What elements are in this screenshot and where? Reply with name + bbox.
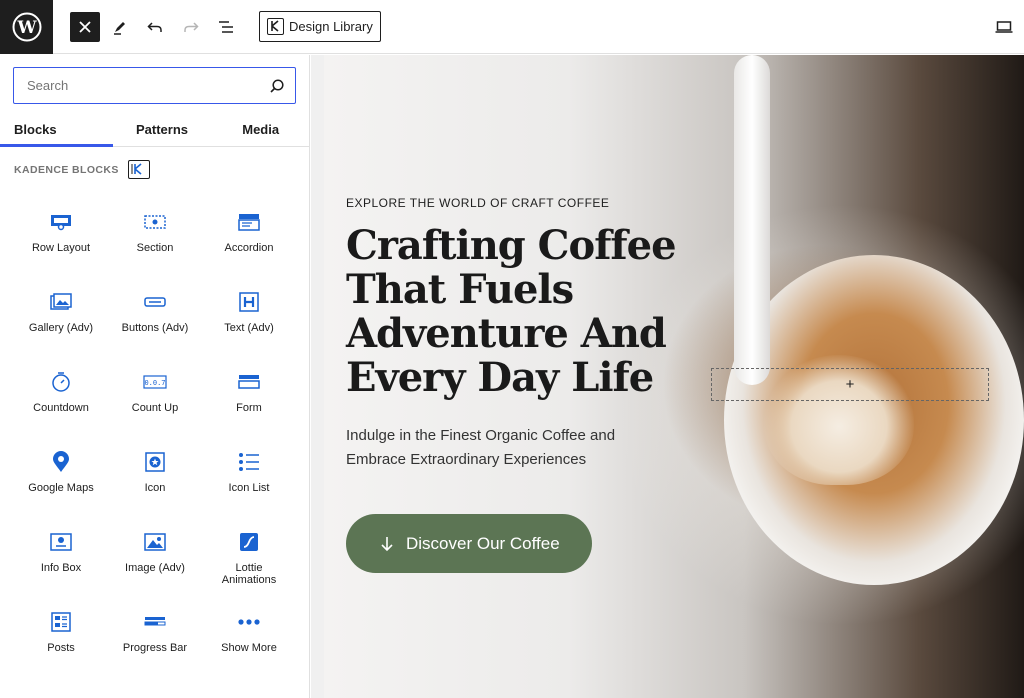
block-section[interactable]: Section bbox=[108, 200, 202, 280]
undo-icon bbox=[147, 22, 162, 32]
block-label: Google Maps bbox=[28, 482, 94, 494]
block-posts[interactable]: Posts bbox=[14, 600, 108, 680]
block-info-box[interactable]: Info Box bbox=[14, 520, 108, 600]
block-label: Count Up bbox=[131, 402, 179, 414]
svg-text:0.0.7: 0.0.7 bbox=[144, 379, 165, 387]
buttons-icon bbox=[143, 290, 167, 314]
arrow-down-icon bbox=[381, 536, 393, 551]
category-header: KADENCE BLOCKS bbox=[14, 160, 150, 179]
count-up-icon: 0.0.7 bbox=[143, 370, 167, 394]
row-layout-icon bbox=[49, 210, 73, 234]
section-icon bbox=[143, 210, 167, 234]
add-block-icon: + bbox=[845, 376, 855, 393]
document-overview-button[interactable] bbox=[212, 13, 240, 41]
info-box-icon bbox=[49, 530, 73, 554]
block-google-maps[interactable]: Google Maps bbox=[14, 440, 108, 520]
close-inserter-button[interactable] bbox=[70, 12, 100, 42]
block-icon[interactable]: Icon bbox=[108, 440, 202, 520]
block-label: Icon bbox=[144, 482, 166, 494]
block-progress-bar[interactable]: Progress Bar bbox=[108, 600, 202, 680]
kadence-logo-icon bbox=[267, 18, 284, 35]
search-input[interactable] bbox=[14, 68, 259, 103]
block-buttons[interactable]: Buttons (Adv) bbox=[108, 280, 202, 360]
category-title: KADENCE BLOCKS bbox=[14, 163, 119, 176]
block-image-adv[interactable]: Image (Adv) bbox=[108, 520, 202, 600]
block-label: Buttons (Adv) bbox=[121, 322, 189, 334]
device-preview-button[interactable] bbox=[990, 13, 1018, 41]
block-label: Image (Adv) bbox=[125, 562, 185, 574]
block-label: Info Box bbox=[40, 562, 82, 574]
editor-toolbar: W Design Library bbox=[0, 0, 1024, 54]
block-label: Show More bbox=[221, 642, 277, 654]
discover-coffee-button[interactable]: Discover Our Coffee bbox=[346, 514, 592, 573]
list-view-icon bbox=[219, 21, 233, 33]
tab-patterns[interactable]: Patterns bbox=[113, 113, 212, 146]
block-label: Text (Adv) bbox=[224, 322, 274, 334]
countdown-icon bbox=[49, 370, 73, 394]
block-show-more[interactable]: Show More bbox=[202, 600, 296, 680]
edit-tools-button[interactable] bbox=[106, 13, 134, 41]
design-library-label: Design Library bbox=[289, 19, 373, 34]
wordpress-logo-icon[interactable]: W bbox=[0, 0, 53, 54]
tab-blocks[interactable]: Blocks bbox=[0, 113, 113, 147]
block-count-up[interactable]: 0.0.7 Count Up bbox=[108, 360, 202, 440]
pencil-icon bbox=[114, 22, 125, 35]
inserter-tabs: Blocks Patterns Media bbox=[0, 113, 310, 147]
block-inserter-panel: Blocks Patterns Media KADENCE BLOCKS Row… bbox=[0, 55, 310, 698]
blocks-grid: Row Layout Section Accordion Gallery (Ad… bbox=[14, 200, 295, 680]
block-form[interactable]: Form bbox=[202, 360, 296, 440]
close-icon bbox=[79, 21, 91, 33]
block-countdown[interactable]: Countdown bbox=[14, 360, 108, 440]
block-appender-placeholder[interactable]: + bbox=[711, 368, 989, 401]
block-label: Accordion bbox=[224, 242, 274, 254]
icon-block-icon bbox=[143, 450, 167, 474]
block-label: Section bbox=[136, 242, 174, 254]
text-heading-icon bbox=[237, 290, 261, 314]
block-gallery[interactable]: Gallery (Adv) bbox=[14, 280, 108, 360]
search-box bbox=[13, 67, 296, 104]
redo-icon bbox=[184, 22, 199, 32]
design-library-button[interactable]: Design Library bbox=[259, 11, 381, 42]
undo-button[interactable] bbox=[141, 13, 169, 41]
hero-headline[interactable]: Crafting Coffee That Fuels Adventure And… bbox=[346, 224, 746, 400]
block-icon-list[interactable]: Icon List bbox=[202, 440, 296, 520]
icon-list-icon bbox=[237, 450, 261, 474]
block-lottie-animations[interactable]: Lottie Animations bbox=[202, 520, 296, 600]
block-label: Posts bbox=[47, 642, 75, 654]
block-row-layout[interactable]: Row Layout bbox=[14, 200, 108, 280]
editor-canvas: EXPLORE THE WORLD OF CRAFT COFFEE Crafti… bbox=[311, 55, 1024, 698]
gallery-icon bbox=[49, 290, 73, 314]
block-label: Lottie Animations bbox=[221, 562, 277, 586]
block-label: Countdown bbox=[33, 402, 89, 414]
redo-button[interactable] bbox=[177, 13, 205, 41]
block-label: Icon List bbox=[228, 482, 270, 494]
block-label: Form bbox=[236, 402, 262, 414]
accordion-icon bbox=[237, 210, 261, 234]
tab-media[interactable]: Media bbox=[211, 113, 310, 146]
hero-content: EXPLORE THE WORLD OF CRAFT COFFEE Crafti… bbox=[346, 196, 746, 573]
image-icon bbox=[143, 530, 167, 554]
hero-section[interactable]: EXPLORE THE WORLD OF CRAFT COFFEE Crafti… bbox=[324, 55, 1024, 698]
hero-subheading[interactable]: Indulge in the Finest Organic Coffee and… bbox=[346, 424, 656, 472]
svg-text:W: W bbox=[16, 18, 37, 38]
map-pin-icon bbox=[49, 450, 73, 474]
progress-bar-icon bbox=[143, 610, 167, 634]
lottie-icon bbox=[237, 530, 261, 554]
block-accordion[interactable]: Accordion bbox=[202, 200, 296, 280]
cta-label: Discover Our Coffee bbox=[406, 533, 560, 553]
block-label: Gallery (Adv) bbox=[28, 322, 94, 334]
show-more-icon bbox=[237, 610, 261, 634]
posts-icon bbox=[49, 610, 73, 634]
form-icon bbox=[237, 370, 261, 394]
kadence-category-icon bbox=[127, 160, 150, 179]
block-label: Row Layout bbox=[31, 242, 91, 254]
hero-eyebrow[interactable]: EXPLORE THE WORLD OF CRAFT COFFEE bbox=[346, 196, 746, 210]
block-text-adv[interactable]: Text (Adv) bbox=[202, 280, 296, 360]
desktop-icon bbox=[995, 21, 1013, 33]
block-label: Progress Bar bbox=[122, 642, 188, 654]
search-icon[interactable] bbox=[259, 68, 295, 104]
